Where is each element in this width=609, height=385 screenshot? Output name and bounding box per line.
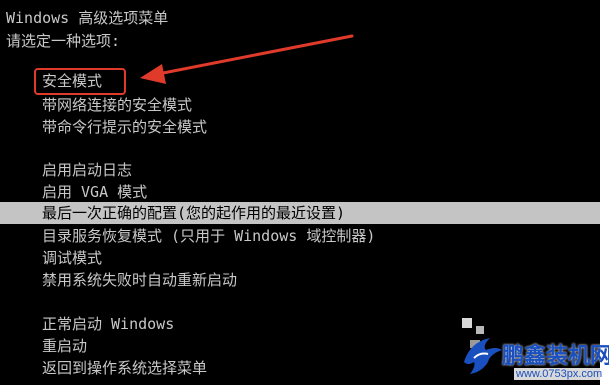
menu-title: Windows 高级选项菜单	[6, 9, 169, 27]
option-disable-auto-restart[interactable]: 禁用系统失败时自动重新启动	[42, 270, 237, 290]
option-return-os-menu[interactable]: 返回到操作系统选择菜单	[42, 358, 207, 378]
option-debug-mode[interactable]: 调试模式	[42, 248, 102, 268]
annotation-highlight-box	[34, 68, 126, 95]
option-boot-logging[interactable]: 启用启动日志	[42, 160, 132, 180]
option-reboot[interactable]: 重启动	[42, 336, 87, 356]
option-ds-restore[interactable]: 目录服务恢复模式 (只用于 Windows 域控制器)	[42, 226, 375, 246]
option-safe-mode-network[interactable]: 带网络连接的安全模式	[42, 95, 192, 115]
option-vga-mode[interactable]: 启用 VGA 模式	[42, 182, 147, 202]
option-normal-boot[interactable]: 正常启动 Windows	[42, 314, 174, 334]
boot-options-screen: Windows 高级选项菜单 请选定一种选项: 安全模式 带网络连接的安全模式 …	[0, 0, 600, 385]
eagle-logo-icon	[464, 338, 502, 374]
menu-prompt: 请选定一种选项:	[6, 32, 121, 50]
option-last-known-good[interactable]: 最后一次正确的配置(您的起作用的最近设置)	[42, 203, 345, 223]
mosaic-block	[462, 318, 472, 328]
watermark-url: www.0753px.com	[514, 368, 605, 380]
watermark-logo: 鹏鑫装机网 www.0753px.com	[458, 330, 609, 385]
watermark-brand: 鹏鑫装机网	[502, 343, 609, 368]
option-safe-mode-cmd[interactable]: 带命令行提示的安全模式	[42, 117, 207, 137]
